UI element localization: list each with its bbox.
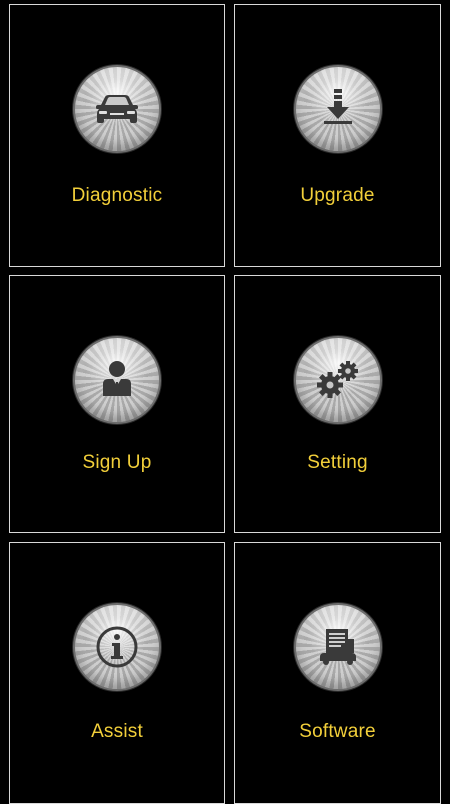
info-icon (75, 605, 159, 689)
tile-label: Upgrade (300, 185, 375, 206)
tile-setting[interactable]: Setting (234, 275, 441, 533)
tile-label: Software (299, 721, 376, 742)
home-menu-grid: Diagnostic Upgrade Sign Up Setting Assis… (0, 0, 450, 804)
tile-diagnostic[interactable]: Diagnostic (9, 4, 225, 267)
software-icon (295, 605, 380, 689)
tile-assist[interactable]: Assist (9, 542, 225, 804)
tile-label: Setting (307, 452, 368, 473)
gears-icon (295, 338, 380, 422)
tile-software[interactable]: Software (234, 542, 441, 804)
user-icon (75, 338, 159, 422)
download-icon (295, 67, 380, 151)
tile-label: Diagnostic (71, 185, 163, 206)
tile-label: Sign Up (82, 452, 152, 473)
car-icon (75, 67, 159, 151)
tile-sign-up[interactable]: Sign Up (9, 275, 225, 533)
tile-upgrade[interactable]: Upgrade (234, 4, 441, 267)
tile-label: Assist (91, 721, 143, 742)
